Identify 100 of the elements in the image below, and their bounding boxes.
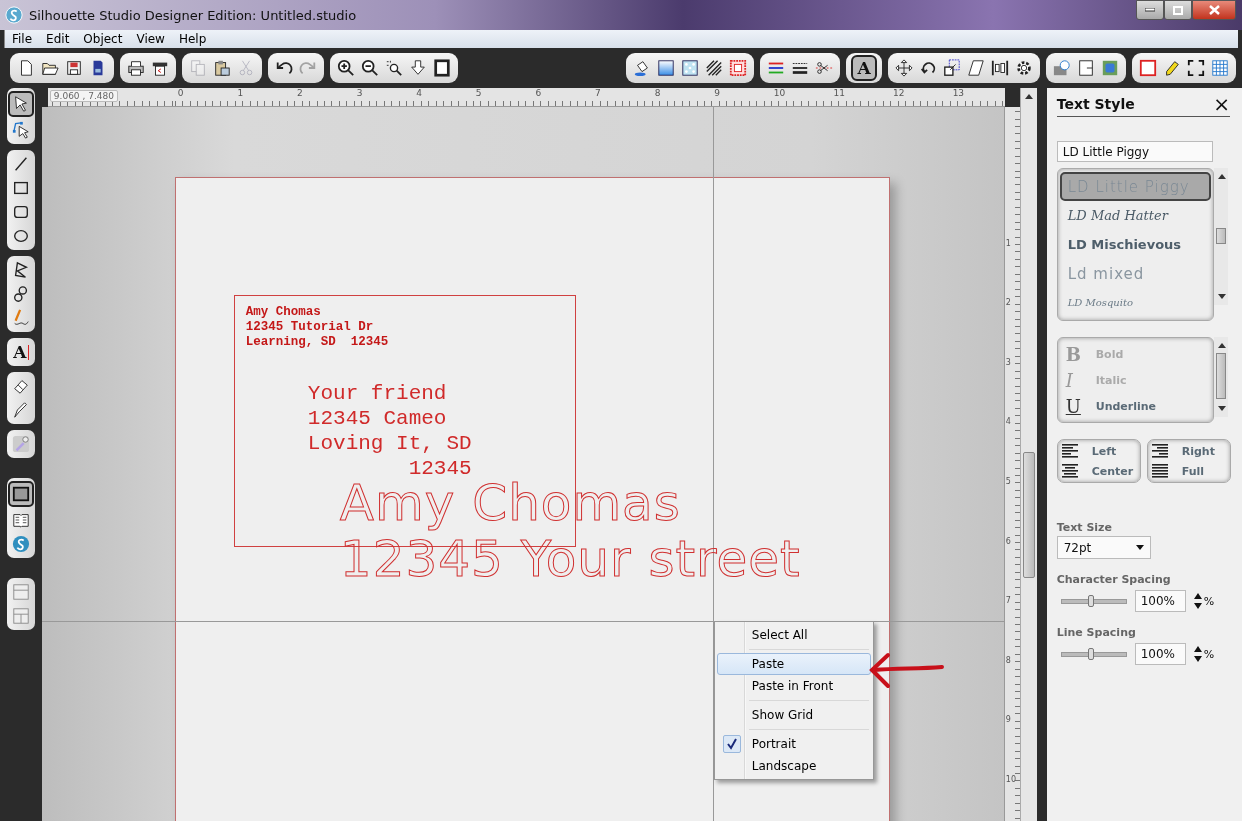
unit-label: %: [1203, 594, 1215, 608]
letter-button[interactable]: A: [9, 341, 32, 363]
font-item[interactable]: LD Mad Hatter: [1059, 201, 1211, 230]
menu-item[interactable]: Object: [76, 32, 130, 46]
scroll-up-icon[interactable]: [1216, 341, 1227, 349]
ruler-label: 6: [1005, 536, 1011, 546]
spinner-icon[interactable]: [1193, 591, 1202, 611]
book-icon: [11, 511, 30, 529]
menu-item[interactable]: Portrait: [716, 733, 871, 755]
dotted-square-icon: [729, 58, 747, 78]
scrollbar-thumb[interactable]: [1215, 353, 1226, 399]
outline-square-button[interactable]: [1137, 57, 1159, 79]
printer-icon: [127, 58, 145, 78]
scrollbar-thumb[interactable]: [1215, 228, 1226, 244]
eyedropper-icon: [11, 435, 30, 453]
letter-button[interactable]: A: [851, 55, 877, 81]
menu-item[interactable]: Landscape: [716, 755, 871, 777]
spinner-icon[interactable]: [1193, 644, 1202, 664]
field-label: Text Size: [1056, 521, 1113, 534]
scroll-down-icon[interactable]: [1216, 293, 1227, 301]
window-title: Silhouette Studio Designer Edition: Untitled.studio: [29, 7, 357, 23]
align-button[interactable]: Center: [1057, 464, 1140, 478]
menu-item[interactable]: View: [129, 32, 172, 46]
menu-item[interactable]: Paste: [716, 653, 871, 675]
corners-icon: [1187, 58, 1205, 78]
size-dropdown[interactable]: 72pt: [1056, 536, 1151, 559]
zoom-out-button[interactable]: [359, 57, 381, 79]
ruler-label: 1: [1005, 238, 1011, 248]
parallelogram-icon: [967, 58, 985, 78]
parallelogram-button[interactable]: [965, 57, 987, 79]
checkmark-icon: [722, 735, 741, 753]
dotted-square-button[interactable]: [727, 57, 749, 79]
clipboard-icon: [213, 58, 231, 78]
panel-title: Text Style: [1056, 96, 1135, 112]
slider-track[interactable]: [1060, 598, 1127, 604]
pattern-button[interactable]: [679, 57, 701, 79]
letter-glyph: A: [13, 343, 27, 361]
style-option[interactable]: U Underline: [1059, 393, 1211, 419]
slider-track[interactable]: [1060, 651, 1127, 657]
unit-label: %: [1203, 647, 1215, 661]
minimize-button[interactable]: [1136, 0, 1164, 20]
menu-item[interactable]: Select All: [716, 624, 871, 646]
ruler-label: 10: [1005, 775, 1017, 784]
align-button[interactable]: Right: [1147, 444, 1230, 458]
scroll-up-icon[interactable]: [1216, 172, 1227, 180]
filled-square-icon: [1101, 58, 1119, 78]
scale-button[interactable]: [941, 57, 963, 79]
knife-icon: [11, 401, 30, 419]
frame-icon: [433, 58, 451, 78]
scrollbar-thumb[interactable]: [1022, 452, 1035, 578]
menu-item[interactable]: Paste in Front: [716, 675, 871, 697]
node-pointer-icon: [11, 121, 30, 139]
curve-icon: [11, 285, 30, 303]
font-search-field[interactable]: LD Little Piggy: [1056, 141, 1213, 162]
font-item[interactable]: LD Mosquito: [1059, 288, 1211, 317]
field-label: Line Spacing: [1056, 626, 1137, 639]
zoom-in-button[interactable]: [335, 57, 357, 79]
ruler-label: 11: [833, 88, 845, 98]
move-arrows-button[interactable]: [893, 57, 915, 79]
grid-icon: [1211, 58, 1229, 78]
slider-thumb[interactable]: [1087, 594, 1094, 607]
close-button[interactable]: [1192, 0, 1236, 20]
input-field[interactable]: 100%: [1134, 643, 1186, 665]
grid-button[interactable]: [1209, 57, 1231, 79]
align-right-icon: [1151, 444, 1168, 458]
gradient-button[interactable]: [655, 57, 677, 79]
frame-button[interactable]: [431, 57, 453, 79]
window-button[interactable]: [7, 481, 34, 507]
menu-item[interactable]: Show Grid: [716, 704, 871, 726]
font-item[interactable]: LD Mischievous: [1059, 230, 1211, 259]
slider-thumb[interactable]: [1087, 647, 1094, 660]
align-button[interactable]: Left: [1057, 444, 1140, 458]
field-label: Character Spacing: [1056, 573, 1172, 586]
scroll-down-icon[interactable]: [1216, 405, 1227, 413]
close-button[interactable]: ×: [1213, 94, 1230, 114]
menu-item[interactable]: Edit: [39, 32, 77, 46]
corners-button[interactable]: [1185, 57, 1207, 79]
input-field[interactable]: 100%: [1134, 590, 1186, 612]
menu-item[interactable]: Help: [171, 32, 214, 46]
ruler-label: 0: [177, 88, 184, 98]
ruler-label: 6: [535, 88, 542, 98]
align-center-icon: [1061, 464, 1078, 478]
down-arrow-icon: [409, 58, 427, 78]
panel-split-icon: [11, 607, 30, 625]
align-left-icon: [1061, 444, 1078, 458]
maximize-button[interactable]: [1164, 0, 1192, 20]
swirl-circle-icon: [11, 535, 30, 553]
pencil-icon: [1163, 58, 1181, 78]
ruler-label: 13: [952, 88, 965, 98]
pointer-button[interactable]: [7, 91, 34, 117]
move-arrows-icon: [895, 58, 913, 78]
ruler-label: 3: [1005, 357, 1011, 367]
gradient-icon: [657, 58, 675, 78]
align-button[interactable]: Full: [1147, 464, 1230, 478]
ruler-label: 4: [416, 88, 422, 98]
ruler-label: 8: [1005, 655, 1011, 665]
return-address-text: Amy Chomas 12345 Tutorial Dr Learning, SD 12345: [245, 305, 389, 350]
scroll-up-icon[interactable]: [1023, 92, 1034, 100]
menu-item[interactable]: File: [5, 32, 40, 46]
zoom-in-icon: [337, 58, 355, 78]
